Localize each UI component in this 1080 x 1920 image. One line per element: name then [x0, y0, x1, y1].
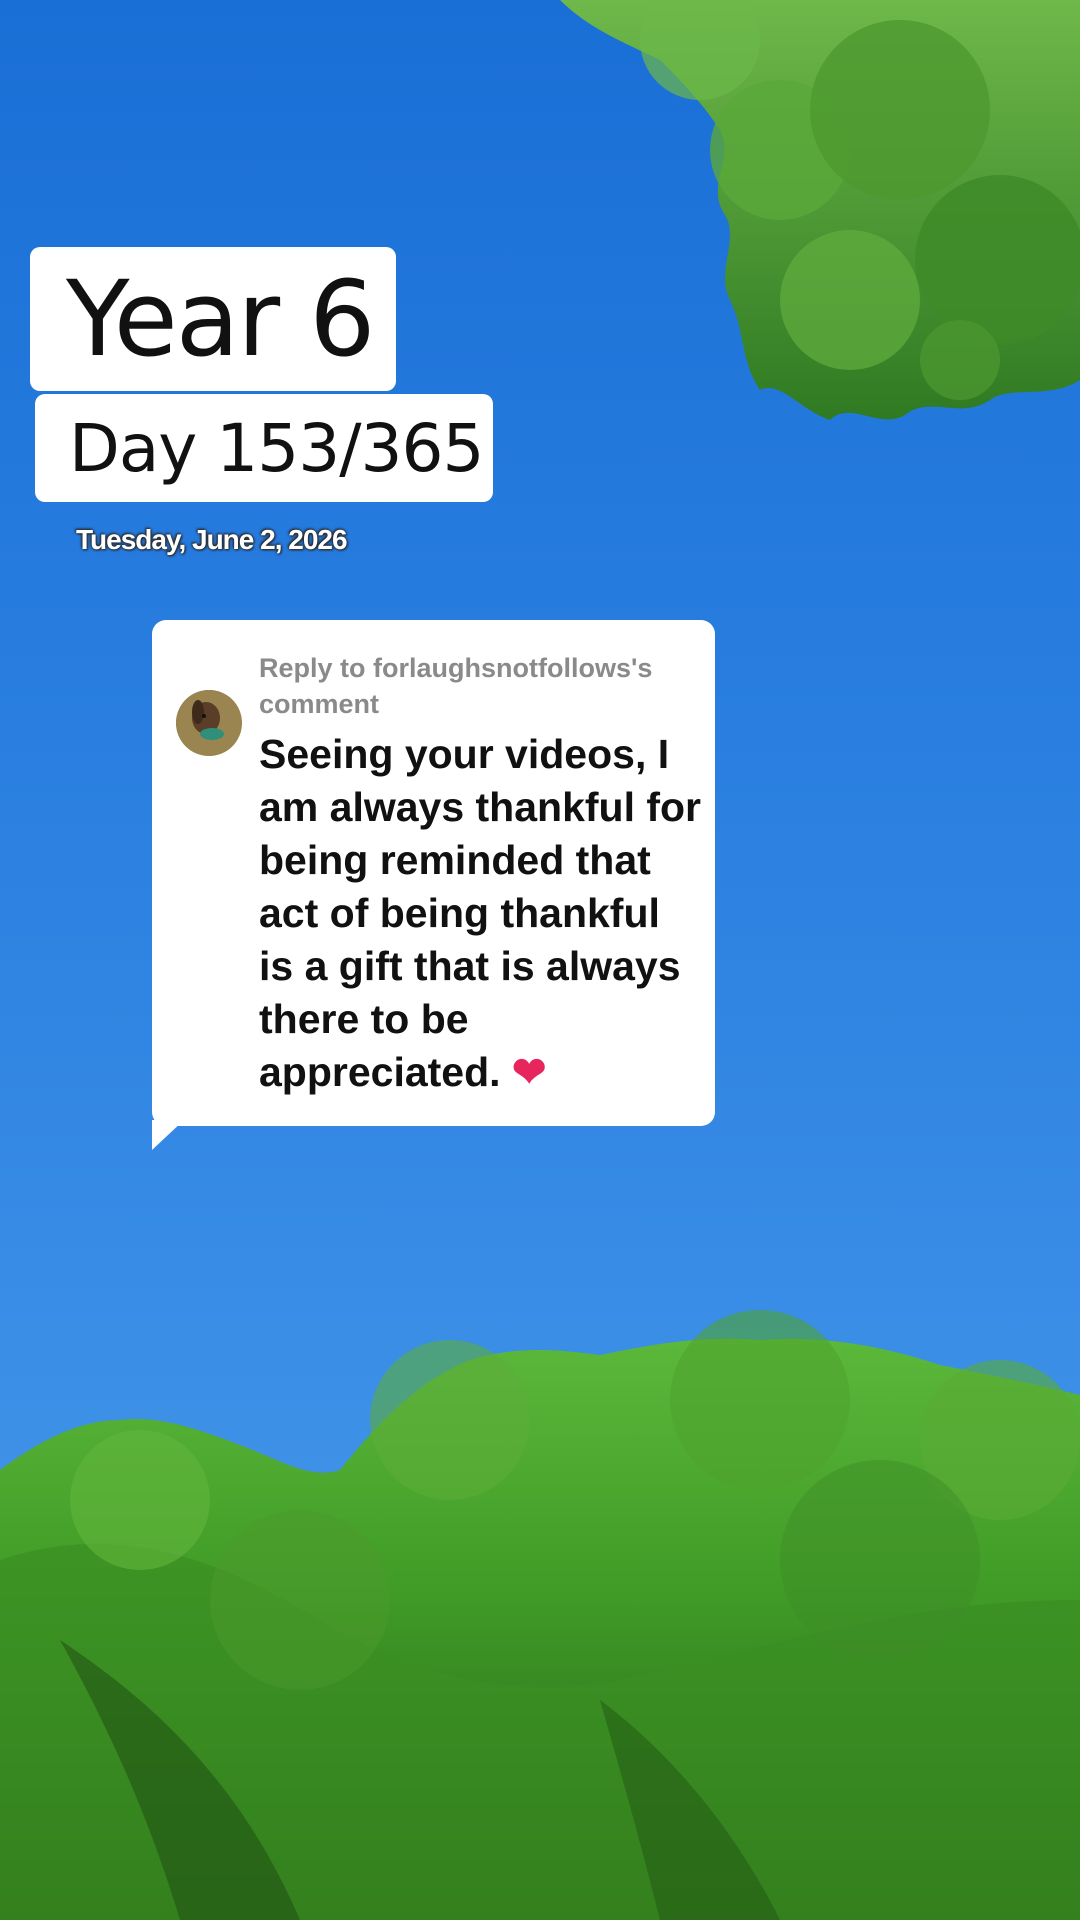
- tree-canopy: [560, 0, 1080, 420]
- day-counter-label: Day 153/365: [35, 394, 493, 502]
- reply-header: Reply to forlaughsnotfollows's comment: [259, 653, 653, 719]
- reply-text: Seeing your videos, I am always thankful…: [259, 731, 702, 1095]
- reply-body-text: Seeing your videos, I am always thankful…: [259, 728, 704, 1099]
- dog-avatar-icon[interactable]: [176, 690, 242, 756]
- hedge: [0, 1310, 1080, 1920]
- year-label: Year 6: [30, 247, 396, 391]
- date-label: Tuesday, June 2, 2026: [76, 524, 348, 555]
- reply-card-tail: [152, 1120, 184, 1150]
- heart-icon: ❤: [511, 1049, 547, 1095]
- video-frame: Year 6 Day 153/365 Tuesday, June 2, 2026…: [0, 0, 1080, 1920]
- reply-comment-card[interactable]: Reply to forlaughsnotfollows's comment S…: [152, 620, 715, 1126]
